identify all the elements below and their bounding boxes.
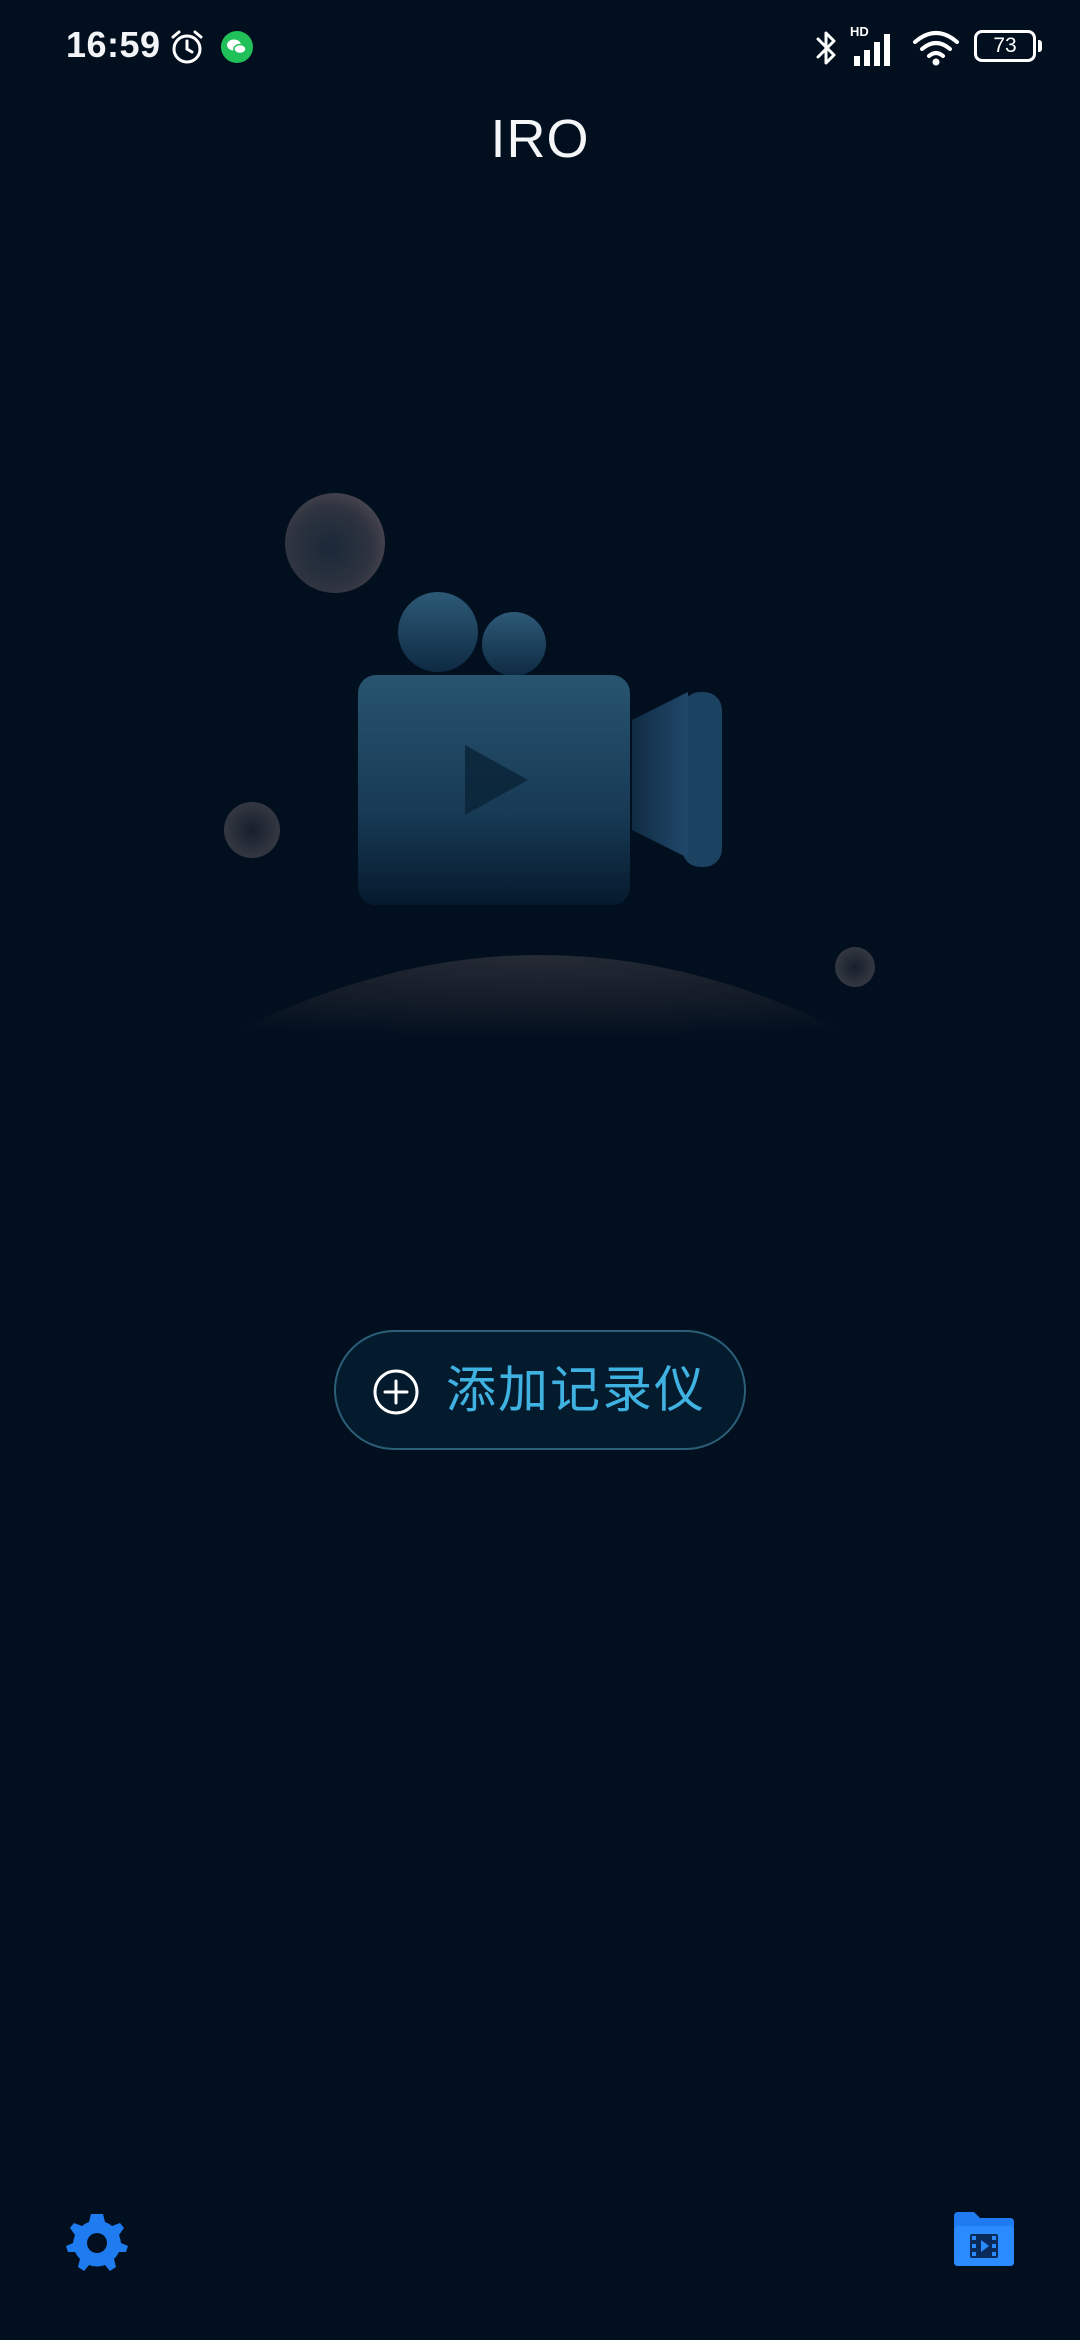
video-camera-illustration [220,493,875,1040]
status-bar: 16:59 HD 73 [0,0,1080,96]
plus-circle-icon [373,1369,419,1415]
add-recorder-button[interactable]: 添加记录仪 [334,1330,746,1450]
video-folder-icon[interactable] [952,2208,1016,2268]
battery-level: 73 [993,34,1017,57]
battery-indicator: 73 [974,30,1042,62]
add-recorder-label: 添加记录仪 [446,1361,706,1419]
cell-signal-icon [854,34,890,66]
bluetooth-icon [816,31,836,65]
gear-icon[interactable] [64,2210,130,2276]
page-title: IRO [490,109,590,169]
status-indicators: HD 73 [812,24,1042,70]
alarm-clock-icon [171,30,203,64]
wifi-icon [913,31,959,66]
wechat-notification-icon [221,31,253,63]
status-time: 16:59 [66,24,161,65]
